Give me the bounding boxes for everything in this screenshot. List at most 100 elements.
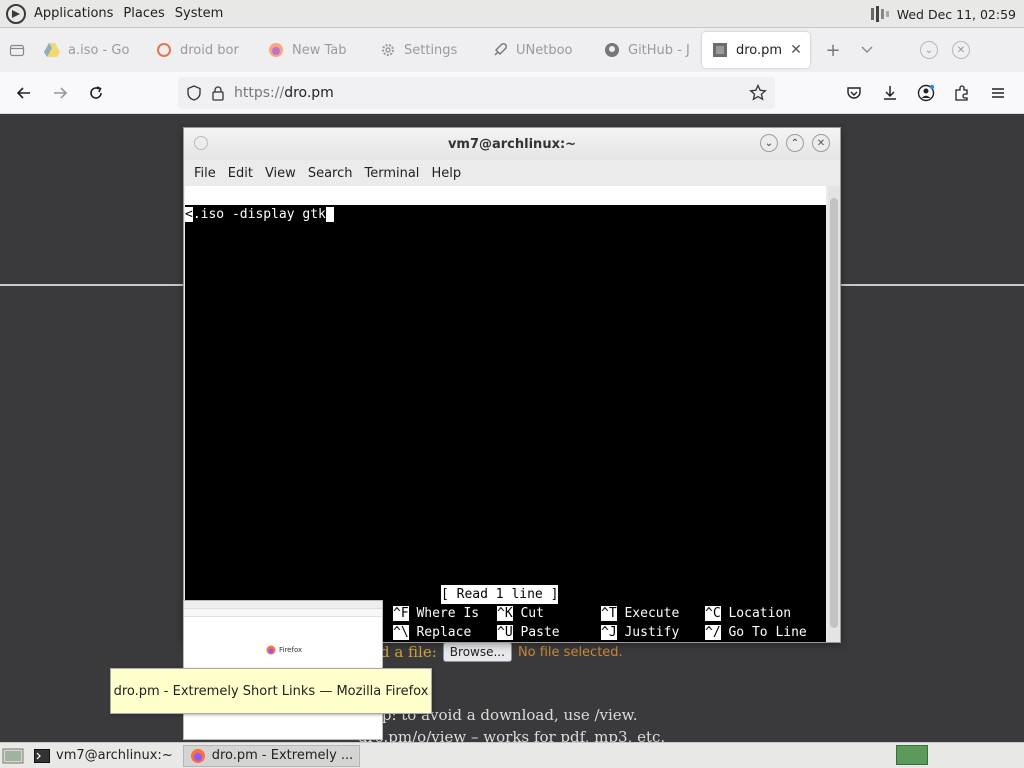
thumb-firefox-logo: Firefox (266, 645, 302, 655)
close-button[interactable]: ✕ (812, 134, 830, 152)
nano-status: [ Read 1 line ] (441, 585, 559, 604)
account-button[interactable] (908, 77, 944, 109)
editor-line[interactable]: <.iso -display gtk (185, 205, 334, 224)
navigation-bar: https://dro.pm (0, 72, 1024, 114)
menu-edit[interactable]: Edit (222, 166, 259, 181)
workspace-switcher[interactable] (896, 745, 928, 765)
terminal-icon (34, 748, 50, 763)
pocket-button[interactable] (836, 77, 872, 109)
bookmark-star-icon[interactable] (749, 84, 767, 102)
menu-view[interactable]: View (259, 166, 302, 181)
cursor (325, 207, 334, 222)
url-text[interactable]: https://dro.pm (234, 85, 334, 101)
terminal-screen[interactable]: GNU nano 8.2 qemu.sh <.iso -display gtk … (185, 186, 826, 642)
tab-github[interactable]: GitHub - J (594, 32, 698, 68)
clock[interactable]: Wed Dec 11, 02:59 (897, 7, 1016, 22)
gear-icon (380, 42, 396, 58)
account-icon (917, 84, 935, 102)
lock-icon[interactable] (210, 85, 226, 101)
hamburger-menu-icon (992, 88, 1004, 98)
downloads-button[interactable] (872, 77, 908, 109)
maximize-button[interactable]: ⌃ (786, 134, 804, 152)
browse-button[interactable]: Browse... (442, 642, 512, 662)
droid-icon (156, 42, 172, 58)
terminal-menubar: File Edit View Search Terminal Help (184, 160, 840, 186)
firefox-icon (190, 748, 205, 763)
show-desktop-icon[interactable] (2, 747, 24, 765)
minimize-button[interactable]: ⌄ (760, 134, 778, 152)
minimize-window-button[interactable]: ⌄ (920, 41, 938, 59)
nano-filename: qemu.sh (489, 226, 544, 241)
tab-dro-pm[interactable]: dro.pm ✕ (702, 32, 810, 68)
shortcut-justify: ^J Justify (601, 625, 680, 640)
extensions-button[interactable] (944, 77, 980, 109)
tab-strip: a.iso - Go droid bor New Tab Settings UN… (0, 28, 1024, 72)
menu-file[interactable]: File (188, 166, 222, 181)
rocket-icon (492, 42, 508, 58)
volume-icon[interactable] (869, 4, 891, 24)
tab-label: UNetboo (516, 42, 573, 58)
chevron-down-icon (861, 46, 873, 53)
thumb-tabbar (184, 601, 382, 609)
no-file-text: No file selected. (517, 644, 623, 660)
close-tab-icon[interactable]: ✕ (790, 42, 802, 58)
tab-label: a.iso - Go (68, 42, 130, 58)
arrow-left-icon (16, 86, 30, 99)
terminal-titlebar[interactable]: vm7@archlinux:~ ⌄ ⌃ ✕ (184, 128, 840, 160)
firefox-icon (268, 42, 284, 58)
tab-unetbootin[interactable]: UNetboo (482, 32, 594, 68)
list-all-tabs-button[interactable] (850, 33, 884, 67)
terminal-window[interactable]: vm7@archlinux:~ ⌄ ⌃ ✕ File Edit View Sea… (183, 127, 841, 643)
shortcut-cut: ^K Cut (497, 606, 544, 621)
reload-icon (90, 85, 102, 99)
folder-tabs-icon (9, 44, 25, 57)
shortcut-execute: ^T Execute (601, 606, 680, 621)
new-tab-button[interactable]: + (816, 33, 850, 67)
system-menu[interactable]: System (170, 6, 228, 21)
places-menu[interactable]: Places (118, 6, 169, 21)
taskbar-tooltip: dro.pm - Extremely Short Links — Mozilla… (110, 668, 432, 714)
puzzle-icon (955, 85, 968, 101)
back-button[interactable] (6, 77, 42, 109)
tab-groups-button[interactable] (0, 33, 34, 67)
top-panel: Applications Places System Wed Dec 11, 0… (0, 0, 1024, 28)
nano-header: GNU nano 8.2 qemu.sh (185, 186, 826, 241)
tab-a-iso[interactable]: a.iso - Go (34, 32, 146, 68)
close-window-button[interactable]: ✕ (952, 41, 970, 59)
shortcut-go-to-line: ^/ Go To Line (705, 625, 807, 640)
shield-icon[interactable] (186, 85, 202, 101)
taskbar-item-terminal[interactable]: vm7@archlinux:~ (28, 745, 179, 767)
url-bar[interactable]: https://dro.pm (178, 77, 775, 109)
terminal-scrollbar[interactable] (828, 186, 840, 642)
thumb-navbar (184, 609, 382, 617)
taskbar-item-firefox[interactable]: dro.pm - Extremely ... (182, 744, 361, 767)
tab-droid[interactable]: droid bor (146, 32, 258, 68)
upload-row: oad a file: Browse... No file selected. (362, 642, 623, 662)
reload-button[interactable] (78, 77, 114, 109)
shortcut-replace: ^\ Replace (393, 625, 472, 640)
scrollbar-thumb[interactable] (830, 198, 838, 628)
forward-button[interactable] (42, 77, 78, 109)
menu-help[interactable]: Help (425, 166, 467, 181)
bottom-taskbar: vm7@archlinux:~ dro.pm - Extremely ... (0, 742, 1024, 768)
app-menu-button[interactable] (980, 77, 1016, 109)
arrow-right-icon (54, 86, 68, 99)
mate-logo-icon[interactable] (6, 3, 26, 24)
menu-terminal[interactable]: Terminal (358, 166, 425, 181)
plus-icon: + (825, 39, 841, 61)
shortcut-location: ^C Location (705, 606, 792, 621)
google-drive-icon (44, 42, 60, 58)
tab-label: dro.pm (736, 42, 783, 58)
pocket-icon (847, 87, 861, 99)
menu-search[interactable]: Search (302, 166, 359, 181)
tab-settings[interactable]: Settings (370, 32, 482, 68)
shortcut-paste: ^U Paste (497, 625, 560, 640)
tab-label: GitHub - J (628, 42, 690, 58)
tab-label: Settings (404, 42, 458, 58)
window-menu-icon[interactable] (194, 136, 208, 150)
tab-label: droid bor (180, 42, 239, 58)
tab-new-tab[interactable]: New Tab (258, 32, 370, 68)
line-text: .iso -display gtk (192, 207, 326, 222)
applications-menu[interactable]: Applications (29, 6, 118, 21)
download-icon (884, 86, 896, 100)
